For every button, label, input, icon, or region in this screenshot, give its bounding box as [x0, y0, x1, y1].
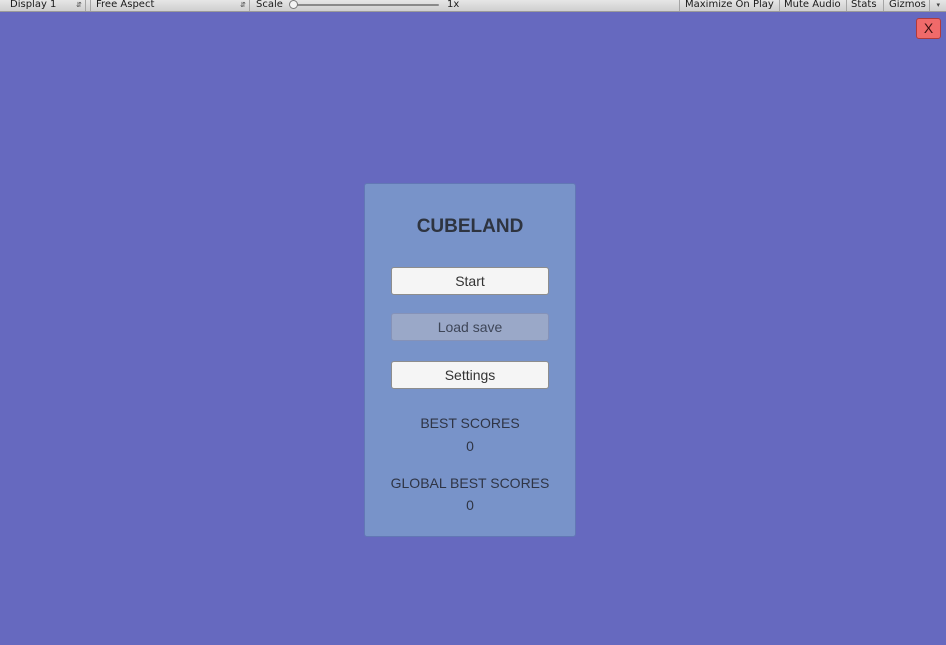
scale-slider-thumb[interactable]: [289, 0, 298, 9]
scale-label: Scale: [256, 0, 283, 10]
maximize-on-play-label: Maximize On Play: [685, 0, 774, 10]
close-button[interactable]: X: [916, 18, 941, 39]
stats-toggle[interactable]: Stats: [847, 0, 884, 11]
global-best-scores-label: GLOBAL BEST SCORES: [390, 475, 550, 491]
scale-slider[interactable]: [291, 4, 439, 6]
dropdown-arrow-icon: ⇵: [240, 1, 246, 9]
mute-audio-label: Mute Audio: [784, 0, 841, 10]
game-title: CUBELAND: [416, 216, 524, 237]
aspect-dropdown-label: Free Aspect: [96, 0, 155, 10]
gizmos-label: Gizmos: [889, 0, 926, 10]
best-scores-label: BEST SCORES: [420, 415, 520, 431]
gizmos-dropdown[interactable]: ▾: [930, 0, 946, 11]
dropdown-arrow-icon: ⇵: [76, 1, 82, 9]
display-dropdown-label: Display 1: [10, 0, 57, 10]
settings-button[interactable]: Settings: [391, 361, 549, 389]
best-scores-value: 0: [466, 438, 474, 454]
aspect-dropdown[interactable]: Free Aspect ⇵: [90, 0, 250, 11]
global-best-scores-value: 0: [466, 497, 474, 513]
display-dropdown[interactable]: Display 1 ⇵: [0, 0, 86, 11]
maximize-on-play-toggle[interactable]: Maximize On Play: [679, 0, 780, 11]
game-view-toolbar: Display 1 ⇵ Free Aspect ⇵ Scale 1x Maxim…: [0, 0, 946, 12]
gizmos-toggle[interactable]: Gizmos: [884, 0, 930, 11]
main-menu-panel: CUBELAND Start Load save Settings BEST S…: [364, 183, 576, 537]
stats-label: Stats: [851, 0, 877, 10]
dropdown-arrow-icon: ▾: [936, 1, 940, 9]
load-save-button[interactable]: Load save: [391, 313, 549, 341]
mute-audio-toggle[interactable]: Mute Audio: [780, 0, 847, 11]
start-button[interactable]: Start: [391, 267, 549, 295]
scale-value: 1x: [447, 0, 460, 10]
